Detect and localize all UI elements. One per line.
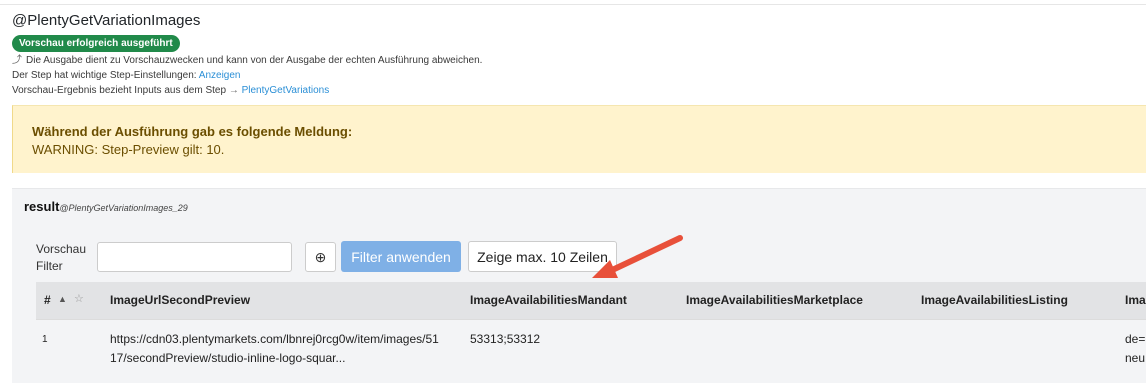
step-header: @PlentyGetVariationImages Vorschau erfol…: [12, 12, 482, 97]
top-divider: [0, 4, 1146, 5]
inputs-text: Vorschau-Ergebnis bezieht Inputs aus dem…: [12, 85, 227, 96]
annotation-arrow: [592, 235, 683, 278]
cell-image-availabilities-mandant: 53313;53312: [470, 332, 541, 346]
cell-truncated-line-2: neu: [1125, 351, 1146, 365]
step-title: @PlentyGetVariationImages: [12, 12, 201, 29]
column-header-image-url-second-preview[interactable]: ImageUrlSecondPreview: [110, 293, 250, 307]
cell-truncated: de= neu: [1125, 330, 1145, 368]
sort-icon[interactable]: ▲: [58, 294, 67, 304]
preview-note: ⤴ Die Ausgabe dient zu Vorschauzwecken u…: [12, 54, 482, 67]
filter-input[interactable]: [97, 242, 292, 272]
filter-label: Vorschau Filter: [36, 242, 87, 273]
preview-note-text: Die Ausgabe dient zu Vorschauzwecken und…: [26, 55, 483, 66]
warning-alert: Während der Ausführung gab es folgende M…: [12, 105, 1146, 173]
add-filter-button[interactable]: ⊕: [305, 242, 336, 272]
settings-link[interactable]: Anzeigen: [199, 70, 241, 81]
cell-truncated-line-1: de=: [1125, 332, 1146, 346]
result-panel: result@PlentyGetVariationImages_29 Vorsc…: [12, 188, 1146, 383]
pin-icon[interactable]: ☆: [74, 292, 84, 305]
row-index: 1: [42, 334, 48, 345]
arrow-right-icon: →: [228, 85, 239, 96]
column-header-truncated[interactable]: Ima: [1125, 293, 1146, 307]
return-arrow-icon: ⤴: [12, 55, 22, 66]
alert-title: Während der Ausführung gab es folgende M…: [32, 124, 353, 139]
cell-url-line-2: 17/secondPreview/studio-inline-logo-squa…: [110, 351, 346, 365]
result-title: result@PlentyGetVariationImages_29: [24, 199, 188, 214]
settings-text: Der Step hat wichtige Step-Einstellungen…: [12, 70, 197, 81]
apply-filter-button[interactable]: Filter anwenden: [341, 241, 461, 272]
settings-line: Der Step hat wichtige Step-Einstellungen…: [12, 69, 482, 82]
column-header-image-availabilities-marketplace[interactable]: ImageAvailabilitiesMarketplace: [686, 293, 863, 307]
column-header-image-availabilities-mandant[interactable]: ImageAvailabilitiesMandant: [470, 293, 627, 307]
table-row[interactable]: 1 https://cdn03.plentymarkets.com/lbnrej…: [36, 319, 1146, 379]
cell-image-url-second-preview: https://cdn03.plentymarkets.com/lbnrej0r…: [110, 330, 455, 368]
alert-message: WARNING: Step-Preview gilt: 10.: [32, 142, 225, 157]
plus-circle-icon: ⊕: [314, 248, 327, 265]
column-header-index[interactable]: #: [44, 293, 51, 307]
status-badge: Vorschau erfolgreich ausgeführt: [12, 35, 180, 52]
inputs-line: Vorschau-Ergebnis bezieht Inputs aus dem…: [12, 84, 482, 97]
cell-url-line-1: https://cdn03.plentymarkets.com/lbnrej0r…: [110, 332, 439, 346]
table-header: # ▲ ☆ ImageUrlSecondPreview ImageAvailab…: [36, 282, 1146, 319]
result-name: result: [24, 199, 60, 214]
result-subtitle: @PlentyGetVariationImages_29: [59, 203, 188, 213]
column-header-image-availabilities-listing[interactable]: ImageAvailabilitiesListing: [921, 293, 1068, 307]
inputs-step-link[interactable]: PlentyGetVariations: [242, 85, 330, 96]
